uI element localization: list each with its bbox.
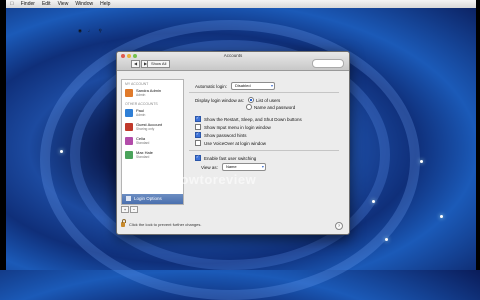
window-title: Accounts xyxy=(223,53,243,58)
star xyxy=(372,200,375,203)
divider xyxy=(189,92,339,93)
checkbox-voiceover[interactable] xyxy=(195,140,201,146)
fast-switch-label: Enable fast user switching xyxy=(204,155,257,161)
divider xyxy=(189,150,339,151)
checkbox-input-menu[interactable] xyxy=(195,124,201,130)
display-login-label: Display login window as: xyxy=(195,97,245,103)
account-role: Sharing only xyxy=(136,127,155,132)
menu-bar:  Finder Edit View Window Help ◉ ♩ ⚲ xyxy=(6,0,476,33)
account-role: Admin xyxy=(136,113,146,118)
account-role: Standard xyxy=(136,141,150,146)
account-item[interactable]: Max Hale Standard xyxy=(122,148,183,162)
lock-row: Click the lock to prevent further change… xyxy=(121,219,202,227)
radio-list-of-users[interactable] xyxy=(248,97,255,103)
apple-icon[interactable]:  xyxy=(10,0,14,8)
auto-login-select[interactable]: Disabled xyxy=(231,82,276,90)
account-item[interactable]: Paul Admin xyxy=(122,106,183,120)
menu-window[interactable]: Window xyxy=(75,0,93,8)
login-options-panel: Automatic login: Disabled Display login … xyxy=(189,79,344,219)
auto-login-label: Automatic login: xyxy=(195,83,228,89)
house-icon xyxy=(126,196,131,202)
view-as-label: View as: xyxy=(201,164,218,170)
watermark-text: howtoreview xyxy=(172,172,257,187)
account-role: Standard xyxy=(136,155,150,160)
star xyxy=(420,160,423,163)
menu-help[interactable]: Help xyxy=(100,0,110,8)
lock-icon[interactable] xyxy=(121,219,126,227)
menu-view[interactable]: View xyxy=(58,0,69,8)
search-input[interactable] xyxy=(312,59,344,68)
show-all-button[interactable]: Show All xyxy=(147,60,171,68)
view-as-select[interactable]: Name xyxy=(221,163,266,171)
star xyxy=(385,238,388,241)
back-button[interactable]: ◀ xyxy=(131,60,140,68)
lock-text: Click the lock to prevent further change… xyxy=(129,222,202,227)
avatar xyxy=(125,109,133,117)
checkbox-restart-sleep[interactable] xyxy=(195,115,201,122)
checkbox-label: Use VoiceOver at login window xyxy=(204,140,267,146)
avatar xyxy=(125,151,133,159)
checkbox-fast-user-switching[interactable] xyxy=(195,154,201,161)
help-button[interactable]: ? xyxy=(335,222,343,230)
login-options-item[interactable]: Login Options xyxy=(122,194,183,204)
radio-name-label: Name and password xyxy=(254,104,296,110)
checkbox-label: Show password hints xyxy=(204,132,247,138)
menu-edit[interactable]: Edit xyxy=(42,0,51,8)
remove-account-button[interactable]: − xyxy=(130,206,138,213)
account-item-me[interactable]: Sandra Admin Admin xyxy=(122,86,183,100)
star xyxy=(440,215,443,218)
accounts-window: Accounts ◀ ▶ Show All My Account Sandra … xyxy=(116,51,350,235)
checkbox-password-hints[interactable] xyxy=(195,131,201,138)
login-options-label: Login Options xyxy=(134,196,162,201)
avatar xyxy=(125,89,133,97)
star xyxy=(60,150,63,153)
avatar xyxy=(125,123,133,131)
add-account-button[interactable]: + xyxy=(121,206,129,213)
account-item[interactable]: Guest Account Sharing only xyxy=(122,120,183,134)
radio-name-password[interactable] xyxy=(246,104,252,110)
avatar xyxy=(125,137,133,145)
checkbox-label: Show Input menu in login window xyxy=(204,124,271,130)
left-black-border xyxy=(0,0,6,270)
add-remove-buttons: + − xyxy=(121,206,138,213)
account-role: Admin xyxy=(136,93,146,98)
right-black-border xyxy=(476,0,480,270)
account-item[interactable]: Celia Standard xyxy=(122,134,183,148)
radio-list-label: List of users xyxy=(256,97,281,103)
checkbox-label: Show the Restart, Sleep, and Shut Down b… xyxy=(204,116,302,122)
title-bar: Accounts ◀ ▶ Show All xyxy=(117,52,349,71)
menu-finder[interactable]: Finder xyxy=(21,0,35,8)
